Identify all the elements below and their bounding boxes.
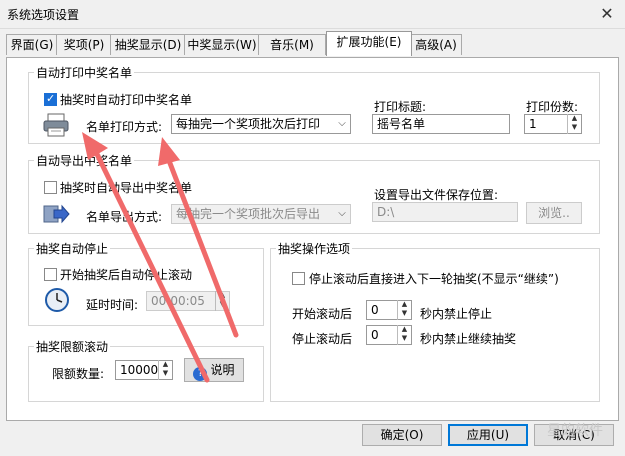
autostop-checkbox[interactable]	[44, 268, 57, 281]
limit-label: 限额数量:	[52, 367, 105, 381]
help-icon: ?	[193, 367, 208, 381]
start-delay-suffix: 秒内禁止停止	[420, 307, 493, 321]
tab-interface[interactable]: 界面(G)	[6, 34, 58, 55]
tab-advanced[interactable]: 高级(A)	[410, 34, 462, 55]
print-method-label: 名单打印方式:	[86, 120, 163, 134]
print-group-title: 自动打印中奖名单	[34, 64, 135, 81]
print-method-select[interactable]: 每抽完一个奖项批次后打印 ⌵	[171, 114, 351, 134]
tab-extensions[interactable]: 扩展功能(E)	[326, 31, 412, 56]
chevron-down-icon: ⌵	[338, 118, 346, 129]
stop-delay-prefix: 停止滚动后	[292, 332, 353, 346]
start-delay-prefix: 开始滚动后	[292, 307, 353, 321]
ops-group-title: 抽奖操作选项	[276, 240, 353, 257]
ok-button[interactable]: 确定(O)	[362, 424, 442, 446]
start-delay-value: 0	[371, 303, 379, 317]
export-method-select[interactable]: 每抽完一个奖项批次后导出 ⌵	[171, 204, 351, 224]
ops-checkbox-label: 停止滚动后直接进入下一轮抽奖(不显示“继续”)	[309, 272, 559, 286]
window-title: 系统选项设置	[7, 8, 80, 22]
export-method-value: 每抽完一个奖项批次后导出	[176, 207, 321, 221]
tab-winner-display[interactable]: 中奖显示(W)	[184, 34, 260, 55]
export-path-value: D:\	[377, 205, 395, 219]
help-button[interactable]: ? 说明	[184, 358, 244, 382]
limit-spin[interactable]: ▲ ▼	[158, 360, 172, 380]
export-group-title: 自动导出中奖名单	[34, 152, 135, 169]
print-copies-stepper[interactable]: 1 ▲ ▼	[524, 114, 582, 134]
export-method-label: 名单导出方式:	[86, 210, 163, 224]
close-icon[interactable]: ✕	[596, 4, 618, 24]
print-checkbox[interactable]	[44, 92, 57, 106]
limit-stepper[interactable]: 10000 ▲ ▼	[115, 360, 173, 380]
export-path-input[interactable]: D:\	[372, 202, 518, 222]
delay-spin[interactable]: ▲ ▼	[215, 291, 229, 311]
delay-time-value: 00:00:05	[151, 294, 205, 308]
browse-button[interactable]: 浏览..	[526, 202, 582, 224]
printer-icon	[43, 113, 69, 137]
print-title-input[interactable]: 摇号名单	[372, 114, 510, 134]
export-arrow-icon	[43, 204, 70, 224]
export-checkbox-label: 抽奖时自动导出中奖名单	[60, 181, 193, 195]
autostop-checkbox-label: 开始抽奖后自动停止滚动	[60, 268, 193, 282]
delay-label: 延时时间:	[86, 298, 139, 312]
help-button-label: 说明	[210, 363, 235, 377]
limit-group-title: 抽奖限额滚动	[34, 338, 111, 355]
copies-spin[interactable]: ▲ ▼	[567, 114, 581, 134]
tab-prizes[interactable]: 奖项(P)	[56, 34, 112, 55]
export-path-label: 设置导出文件保存位置:	[374, 188, 499, 202]
tab-music[interactable]: 音乐(M)	[258, 34, 326, 55]
tab-draw-display[interactable]: 抽奖显示(D)	[110, 34, 186, 55]
ops-checkbox[interactable]	[292, 272, 305, 285]
clock-icon	[45, 288, 69, 312]
autostop-group-title: 抽奖自动停止	[34, 240, 111, 257]
print-title-label: 打印标题:	[374, 100, 427, 114]
start-delay-stepper[interactable]: 0 ▲ ▼	[366, 300, 412, 320]
print-title-value: 摇号名单	[377, 117, 426, 131]
print-copies-value: 1	[529, 117, 537, 131]
print-checkbox-label: 抽奖时自动打印中奖名单	[60, 93, 193, 107]
stop-spin[interactable]: ▲ ▼	[397, 325, 411, 345]
delay-time-input[interactable]: 00:00:05 ▲ ▼	[146, 291, 230, 311]
print-copies-label: 打印份数:	[526, 100, 579, 114]
print-method-value: 每抽完一个奖项批次后打印	[176, 117, 321, 131]
start-spin[interactable]: ▲ ▼	[397, 300, 411, 320]
chevron-down-icon: ⌵	[338, 208, 346, 219]
apply-button[interactable]: 应用(U)	[448, 424, 528, 446]
watermark: 星的软件	[547, 423, 603, 439]
stop-delay-value: 0	[371, 328, 379, 342]
limit-value: 10000	[120, 363, 159, 377]
stop-delay-suffix: 秒内禁止继续抽奖	[420, 332, 517, 346]
stop-delay-stepper[interactable]: 0 ▲ ▼	[366, 325, 412, 345]
title-bar: 系统选项设置 ✕	[0, 0, 625, 29]
export-checkbox[interactable]	[44, 181, 57, 194]
